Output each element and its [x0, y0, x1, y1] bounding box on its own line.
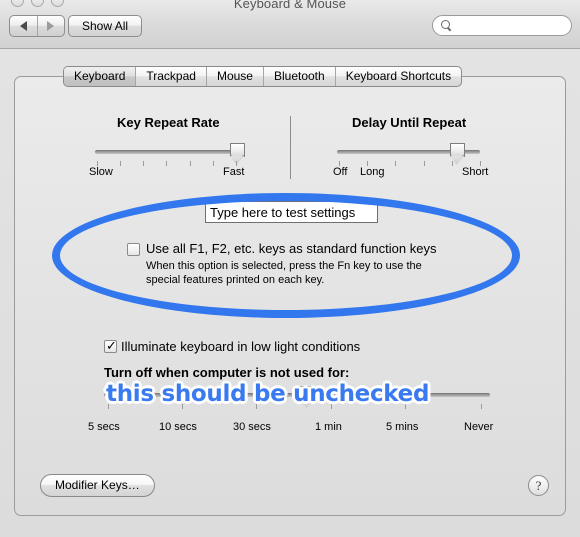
delay-until-repeat-label-long: Long: [360, 166, 385, 178]
modifier-keys-button[interactable]: Modifier Keys…: [40, 474, 155, 497]
turn-off-delay-label-10secs: 10 secs: [159, 421, 197, 433]
search-field[interactable]: [432, 15, 572, 36]
tick-krr-4: [190, 161, 191, 166]
function-keys-help-line2: special features printed on each key.: [146, 274, 325, 286]
tab-bluetooth[interactable]: Bluetooth: [264, 67, 336, 86]
window-titlebar: Keyboard & Mouse Show All: [0, 0, 580, 49]
tick-tod-4: [405, 404, 406, 409]
delay-until-repeat-label-off: Off: [333, 166, 348, 178]
navigation-segmented-control[interactable]: [9, 15, 65, 37]
key-repeat-rate-thumb[interactable]: [230, 143, 245, 164]
key-repeat-rate-label-fast: Fast: [223, 166, 245, 178]
turn-off-delay-label-never: Never: [464, 421, 494, 433]
tick-krr-2: [143, 161, 144, 166]
illuminate-keyboard-checkbox[interactable]: ✓: [104, 338, 117, 353]
triangle-right-icon: [47, 21, 55, 31]
show-all-button[interactable]: Show All: [68, 15, 143, 37]
key-repeat-rate-label-slow: Slow: [89, 166, 113, 178]
help-button[interactable]: ?: [528, 475, 549, 496]
turn-off-delay-label-1min: 1 min: [315, 421, 342, 433]
thumb-point-inner-icon: [231, 155, 243, 162]
turn-off-delay-label-5secs: 5 secs: [88, 421, 120, 433]
tab-keyboard[interactable]: Keyboard: [64, 67, 137, 86]
tick-tod-5: [481, 404, 482, 409]
tab-bar: Keyboard Trackpad Mouse Bluetooth Keyboa…: [63, 66, 463, 87]
function-keys-help-line1: When this option is selected, press the …: [146, 260, 422, 272]
tick-dur-2: [395, 161, 396, 166]
key-repeat-rate-track[interactable]: [95, 150, 238, 154]
tick-tod-1: [182, 404, 183, 409]
tab-keyboard-shortcuts[interactable]: Keyboard Shortcuts: [336, 67, 461, 86]
turn-off-delay-track[interactable]: [104, 393, 490, 397]
key-repeat-rate-title: Key Repeat Rate: [117, 115, 220, 130]
tick-krr-1: [120, 161, 121, 166]
function-keys-label: Use all F1, F2, etc. keys as standard fu…: [146, 241, 437, 256]
search-input[interactable]: [455, 18, 569, 32]
slider-divider: [290, 116, 291, 179]
tick-krr-3: [166, 161, 167, 166]
back-button[interactable]: [10, 16, 37, 36]
window-title: Keyboard & Mouse: [233, 0, 347, 11]
triangle-left-icon: [19, 21, 27, 31]
tick-tod-0: [108, 404, 109, 409]
tick-krr-5: [213, 161, 214, 166]
illuminate-keyboard-label: Illuminate keyboard in low light conditi…: [121, 339, 361, 354]
thumb-point-inner-icon: [301, 398, 313, 405]
tick-tod-2: [256, 404, 257, 409]
tick-tod-3: [331, 404, 332, 409]
tab-mouse[interactable]: Mouse: [207, 67, 264, 86]
delay-until-repeat-title: Delay Until Repeat: [352, 115, 467, 130]
turn-off-delay-title: Turn off when computer is not used for:: [104, 365, 350, 380]
tick-dur-3: [424, 161, 425, 166]
system-preferences-window: Keyboard & Mouse Show All Keyboard Track…: [0, 0, 580, 537]
checkmark-icon: ✓: [106, 338, 117, 353]
turn-off-delay-label-5mins: 5 mins: [386, 421, 419, 433]
turn-off-delay-thumb[interactable]: [300, 386, 315, 407]
tab-trackpad[interactable]: Trackpad: [136, 67, 207, 86]
function-keys-checkbox[interactable]: [127, 243, 140, 256]
search-icon: [441, 20, 450, 29]
tick-dur-4: [452, 161, 453, 166]
turn-off-delay-label-30secs: 30 secs: [233, 421, 271, 433]
delay-until-repeat-label-short: Short: [462, 166, 489, 178]
delay-until-repeat-thumb[interactable]: [450, 143, 465, 164]
forward-button[interactable]: [36, 16, 65, 36]
test-settings-input[interactable]: [205, 201, 378, 223]
